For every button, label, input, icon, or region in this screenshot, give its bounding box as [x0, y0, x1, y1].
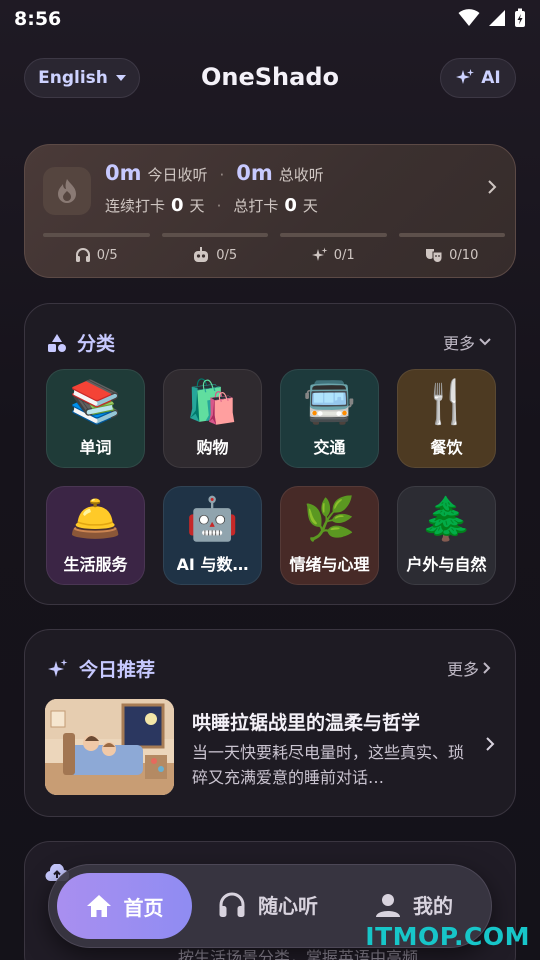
theater-mask-icon [426, 249, 443, 263]
checkin-label: 总打卡 [233, 197, 279, 215]
sparkle-icon [456, 69, 475, 84]
service-bell-icon: 🛎️ [69, 494, 122, 543]
fork-knife-icon: 🍴 [420, 377, 473, 426]
daily-goals: 0/5 0/5 0/1 0/10 [43, 233, 505, 263]
watermark-text: ITMOP.COM [365, 922, 530, 951]
sparkle-icon [311, 247, 328, 261]
separator-dot: · [219, 166, 225, 184]
category-label: 户外与自然 [406, 555, 487, 574]
streak-value: 0 [171, 195, 184, 216]
category-shopping[interactable]: 🛍️ 购物 [163, 369, 262, 468]
goal-roleplay: 0/10 [398, 233, 505, 263]
goal-ai-chat: 0/5 [161, 233, 268, 263]
categories-more-button[interactable]: 更多 [443, 330, 491, 354]
more-label: 更多 [446, 660, 479, 679]
home-icon [86, 895, 111, 917]
nav-profile[interactable]: 我的 [375, 890, 453, 919]
goal-listening: 0/5 [43, 233, 150, 263]
separator-dot: · [216, 197, 222, 215]
category-label: 生活服务 [63, 555, 128, 574]
total-listen-label: 总收听 [278, 166, 324, 184]
nav-profile-label: 我的 [413, 894, 453, 918]
wifi-icon [458, 9, 480, 26]
nav-home-label: 首页 [123, 895, 164, 920]
ai-label: AI [481, 68, 501, 88]
streak-unit: 天 [189, 197, 205, 215]
categories-title: 分类 [77, 333, 116, 355]
nav-home[interactable]: 首页 [57, 873, 192, 939]
goal-value: 0/10 [449, 247, 479, 263]
category-label: 交通 [313, 438, 346, 457]
goal-ai-create: 0/1 [280, 233, 387, 263]
category-life-services[interactable]: 🛎️ 生活服务 [46, 486, 145, 585]
goal-progress-bar [43, 233, 150, 237]
recommendation-more-button[interactable]: 更多 [447, 656, 491, 680]
person-icon [376, 893, 400, 917]
story-thumbnail[interactable] [45, 699, 174, 795]
category-label: AI 与数… [176, 555, 249, 574]
goal-value: 0/1 [333, 247, 355, 263]
checkin-value: 0 [284, 195, 297, 216]
robot-icon: 🤖 [186, 494, 239, 543]
category-label: 购物 [196, 438, 229, 457]
leaf-icon: 🌿 [303, 494, 356, 543]
goal-value: 0/5 [216, 247, 238, 263]
today-listen-value: 0m [105, 161, 142, 185]
story-description: 当一天快要耗尽电量时，这些真实、琐碎又充满爱意的睡前对话… [192, 743, 465, 787]
books-icon: 📚 [69, 377, 122, 426]
more-label: 更多 [442, 334, 475, 353]
listening-stats-card[interactable]: 0m 今日收听 · 0m 总收听 连续打卡 0 天 · 总打卡 0 天 0/5 … [24, 144, 516, 278]
chevron-right-icon[interactable] [485, 736, 495, 752]
category-words[interactable]: 📚 单词 [46, 369, 145, 468]
goal-progress-bar [161, 233, 268, 237]
robot-icon [194, 247, 209, 262]
recommendation-title: 今日推荐 [79, 659, 156, 681]
checkin-row: 连续打卡 0 天 · 总打卡 0 天 [105, 195, 318, 216]
status-time: 8:56 [14, 8, 62, 30]
category-dining[interactable]: 🍴 餐饮 [397, 369, 496, 468]
category-ai-digital[interactable]: 🤖 AI 与数… [163, 486, 262, 585]
daily-recommendation-card: 今日推荐 更多 哄睡拉锯战里的温柔与哲学 当一天快要耗尽电量时，这些真实、琐碎又… [24, 629, 516, 817]
category-label: 单词 [79, 438, 112, 457]
headphones-icon [75, 248, 90, 262]
goal-value: 0/5 [96, 247, 118, 263]
sparkle-icon [48, 658, 68, 677]
chevron-right-icon [483, 662, 491, 674]
categories-header: 分类 [47, 329, 115, 356]
nav-listen-label: 随心听 [258, 894, 318, 918]
ai-button[interactable]: AI [440, 58, 516, 98]
story-title[interactable]: 哄睡拉锯战里的温柔与哲学 [192, 708, 420, 735]
shapes-icon [48, 333, 66, 352]
recommendation-header: 今日推荐 [47, 655, 155, 682]
category-label: 餐饮 [430, 438, 463, 457]
flame-icon [43, 167, 91, 215]
chevron-down-icon [479, 338, 491, 346]
categories-card: 分类 更多 📚 单词 🛍️ 购物 🚍 交通 🍴 餐饮 🛎️ 生活服务 🤖 AI … [24, 303, 516, 605]
headphones-icon [219, 892, 245, 917]
total-listen-value: 0m [236, 161, 273, 185]
today-listen-label: 今日收听 [147, 166, 208, 184]
streak-label: 连续打卡 [105, 197, 166, 215]
category-outdoor[interactable]: 🌲 户外与自然 [397, 486, 496, 585]
signal-icon [489, 10, 505, 26]
shopping-bags-icon: 🛍️ [186, 377, 239, 426]
tree-icon: 🌲 [420, 494, 473, 543]
goal-progress-bar [398, 233, 505, 237]
nav-listen[interactable]: 随心听 [218, 890, 318, 919]
status-icons [458, 8, 526, 28]
listening-time-row: 0m 今日收听 · 0m 总收听 [105, 161, 324, 185]
battery-icon [515, 8, 525, 27]
checkin-unit: 天 [302, 197, 318, 215]
bus-icon: 🚍 [303, 377, 356, 426]
category-emotion[interactable]: 🌿 情绪与心理 [280, 486, 379, 585]
goal-progress-bar [280, 233, 387, 237]
category-label: 情绪与心理 [289, 555, 370, 574]
chevron-right-icon [488, 180, 497, 194]
category-transport[interactable]: 🚍 交通 [280, 369, 379, 468]
